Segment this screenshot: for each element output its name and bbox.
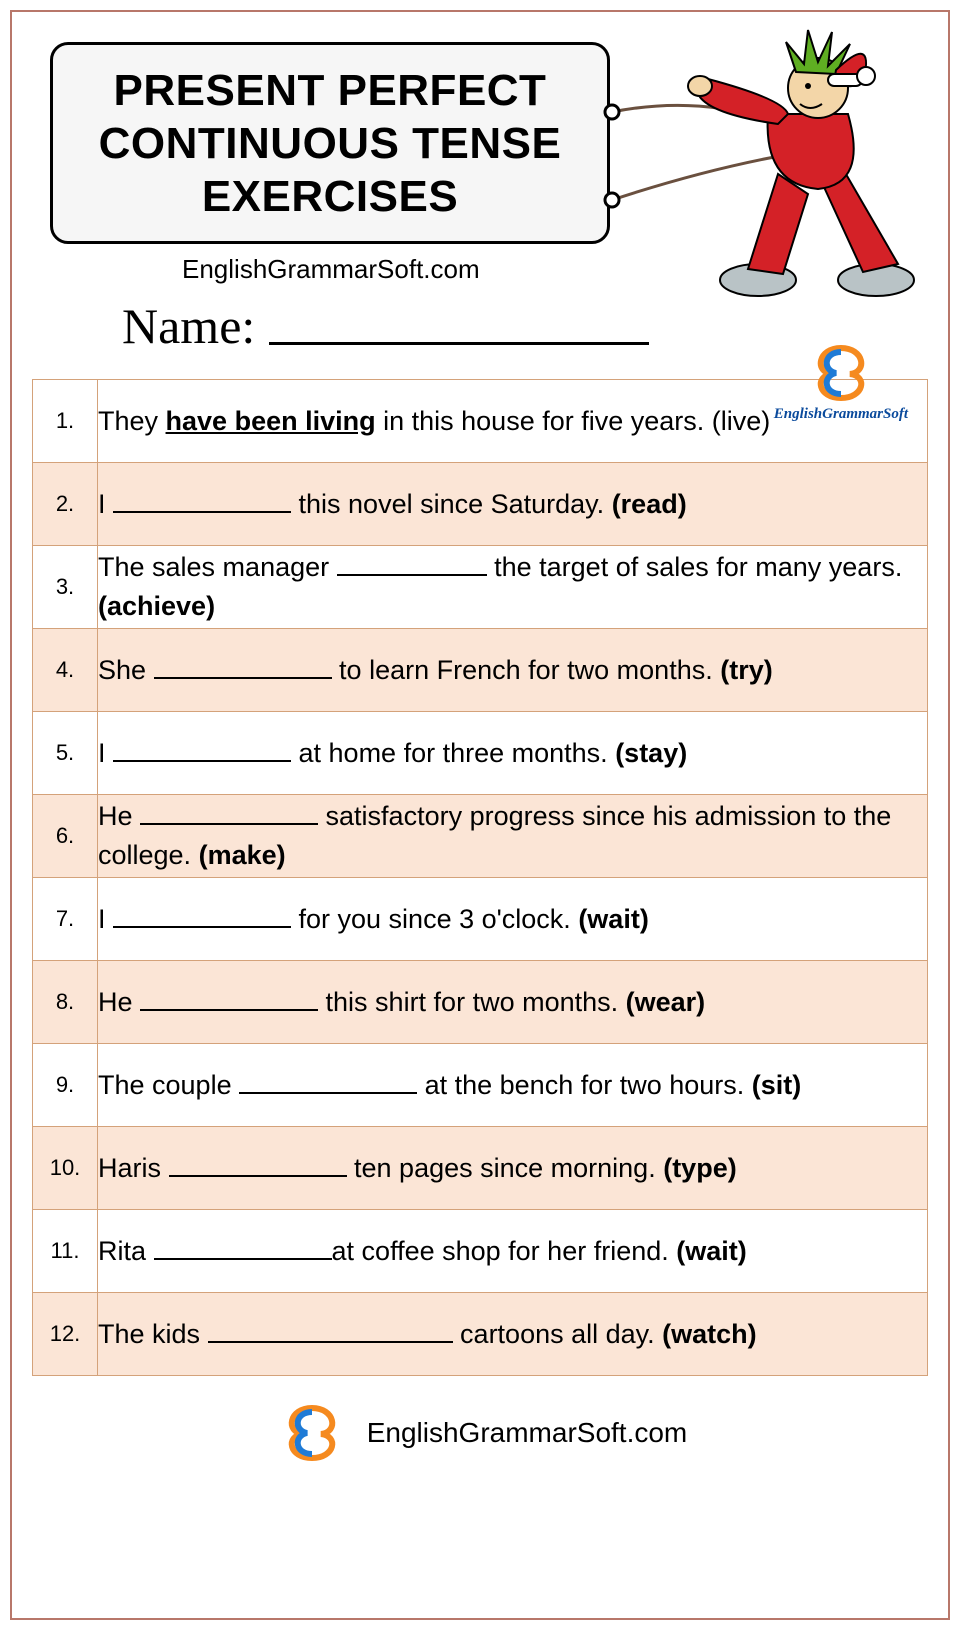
worksheet-page: PRESENT PERFECT CONTINUOUS TENSE EXERCIS… — [10, 10, 950, 1620]
sentence-pre: They — [98, 406, 166, 436]
sentence-pre: The sales manager — [98, 552, 337, 582]
sentence-pre: I — [98, 489, 113, 519]
verb-hint: (sit) — [752, 1070, 802, 1100]
sentence-cell: I this novel since Saturday. (read) — [98, 463, 928, 546]
sentence-cell: I for you since 3 o'clock. (wait) — [98, 878, 928, 961]
row-number: 5. — [33, 712, 98, 795]
blank-line[interactable] — [154, 653, 332, 679]
blank-line[interactable] — [154, 1234, 332, 1260]
verb-hint: (achieve) — [98, 591, 215, 621]
row-number: 8. — [33, 961, 98, 1044]
sentence-post: at coffee shop for her friend. — [332, 1236, 677, 1266]
sentence-cell: Rita at coffee shop for her friend. (wai… — [98, 1210, 928, 1293]
sentence-cell: Haris ten pages since morning. (type) — [98, 1127, 928, 1210]
name-label: Name: — [122, 297, 255, 355]
sentence-cell: The sales manager the target of sales fo… — [98, 546, 928, 629]
blank-line[interactable] — [239, 1068, 417, 1094]
exercise-row: 7.I for you since 3 o'clock. (wait) — [33, 878, 928, 961]
blank-line[interactable] — [113, 736, 291, 762]
verb-hint: (try) — [720, 655, 773, 685]
sentence-pre: She — [98, 655, 154, 685]
footer: EnglishGrammarSoft.com — [32, 1402, 928, 1464]
verb-hint: (read) — [612, 489, 687, 519]
blank-line[interactable] — [140, 985, 318, 1011]
row-number: 12. — [33, 1293, 98, 1376]
blank-line[interactable] — [113, 902, 291, 928]
sentence-post: this shirt for two months. — [318, 987, 626, 1017]
sentence-pre: Rita — [98, 1236, 154, 1266]
sentence-cell: The kids cartoons all day. (watch) — [98, 1293, 928, 1376]
sentence-post: at the bench for two hours. — [417, 1070, 752, 1100]
sentence-post: for you since 3 o'clock. — [291, 904, 578, 934]
example-answer: have been living — [166, 406, 376, 436]
sentence-pre: I — [98, 904, 113, 934]
row-number: 4. — [33, 629, 98, 712]
exercise-table: 1.They have been living in this house fo… — [32, 379, 928, 1376]
row-number: 1. — [33, 380, 98, 463]
exercise-row: 5.I at home for three months. (stay) — [33, 712, 928, 795]
blank-line[interactable] — [140, 799, 318, 825]
exercise-row: 4.She to learn French for two months. (t… — [33, 629, 928, 712]
row-number: 10. — [33, 1127, 98, 1210]
sentence-post: ten pages since morning. — [347, 1153, 664, 1183]
sentence-post: this novel since Saturday. — [291, 489, 612, 519]
row-number: 7. — [33, 878, 98, 961]
name-input-line[interactable] — [269, 338, 649, 345]
sentence-pre: The kids — [98, 1319, 208, 1349]
verb-hint: (wait) — [676, 1236, 747, 1266]
exercise-row: 11.Rita at coffee shop for her friend. (… — [33, 1210, 928, 1293]
blank-line[interactable] — [113, 487, 291, 513]
sentence-cell: He this shirt for two months. (wear) — [98, 961, 928, 1044]
verb-hint: (live) — [712, 406, 771, 436]
sentence-cell: He satisfactory progress since his admis… — [98, 795, 928, 878]
brand-logo-small: EnglishGrammarSoft — [774, 342, 908, 423]
sentence-post: cartoons all day. — [453, 1319, 663, 1349]
verb-hint: (make) — [199, 840, 286, 870]
blank-line[interactable] — [208, 1317, 453, 1343]
sentence-pre: I — [98, 738, 113, 768]
worksheet-title: PRESENT PERFECT CONTINUOUS TENSE EXERCIS… — [99, 66, 562, 221]
header-row: PRESENT PERFECT CONTINUOUS TENSE EXERCIS… — [32, 42, 928, 244]
sentence-cell: She to learn French for two months. (try… — [98, 629, 928, 712]
exercise-row: 8.He this shirt for two months. (wear) — [33, 961, 928, 1044]
row-number: 9. — [33, 1044, 98, 1127]
sentence-pre: He — [98, 987, 140, 1017]
verb-hint: (type) — [663, 1153, 737, 1183]
sentence-post: to learn French for two months. — [332, 655, 721, 685]
blank-line[interactable] — [337, 550, 487, 576]
sentence-pre: The couple — [98, 1070, 239, 1100]
title-box: PRESENT PERFECT CONTINUOUS TENSE EXERCIS… — [50, 42, 610, 244]
sentence-pre: Haris — [98, 1153, 169, 1183]
sentence-cell: The couple at the bench for two hours. (… — [98, 1044, 928, 1127]
row-number: 6. — [33, 795, 98, 878]
sentence-post: at home for three months. — [291, 738, 615, 768]
cartoon-character-icon — [668, 24, 948, 309]
exercise-row: 2.I this novel since Saturday. (read) — [33, 463, 928, 546]
row-number: 3. — [33, 546, 98, 629]
verb-hint: (watch) — [662, 1319, 757, 1349]
row-number: 11. — [33, 1210, 98, 1293]
verb-hint: (stay) — [615, 738, 687, 768]
exercise-row: 3.The sales manager the target of sales … — [33, 546, 928, 629]
sentence-post: the target of sales for many years. — [487, 552, 903, 582]
exercise-row: 9.The couple at the bench for two hours.… — [33, 1044, 928, 1127]
row-number: 2. — [33, 463, 98, 546]
sentence-post: in this house for five years. — [376, 406, 712, 436]
logo-icon — [802, 342, 880, 404]
verb-hint: (wait) — [578, 904, 649, 934]
exercise-row: 12.The kids cartoons all day. (watch) — [33, 1293, 928, 1376]
sentence-cell: I at home for three months. (stay) — [98, 712, 928, 795]
blank-line[interactable] — [169, 1151, 347, 1177]
exercise-row: 6.He satisfactory progress since his adm… — [33, 795, 928, 878]
footer-site: EnglishGrammarSoft.com — [367, 1417, 688, 1449]
exercise-row: 10.Haris ten pages since morning. (type) — [33, 1127, 928, 1210]
sentence-pre: He — [98, 801, 140, 831]
logo-icon — [273, 1402, 351, 1464]
verb-hint: (wear) — [626, 987, 706, 1017]
logo-text: EnglishGrammarSoft — [774, 406, 908, 423]
